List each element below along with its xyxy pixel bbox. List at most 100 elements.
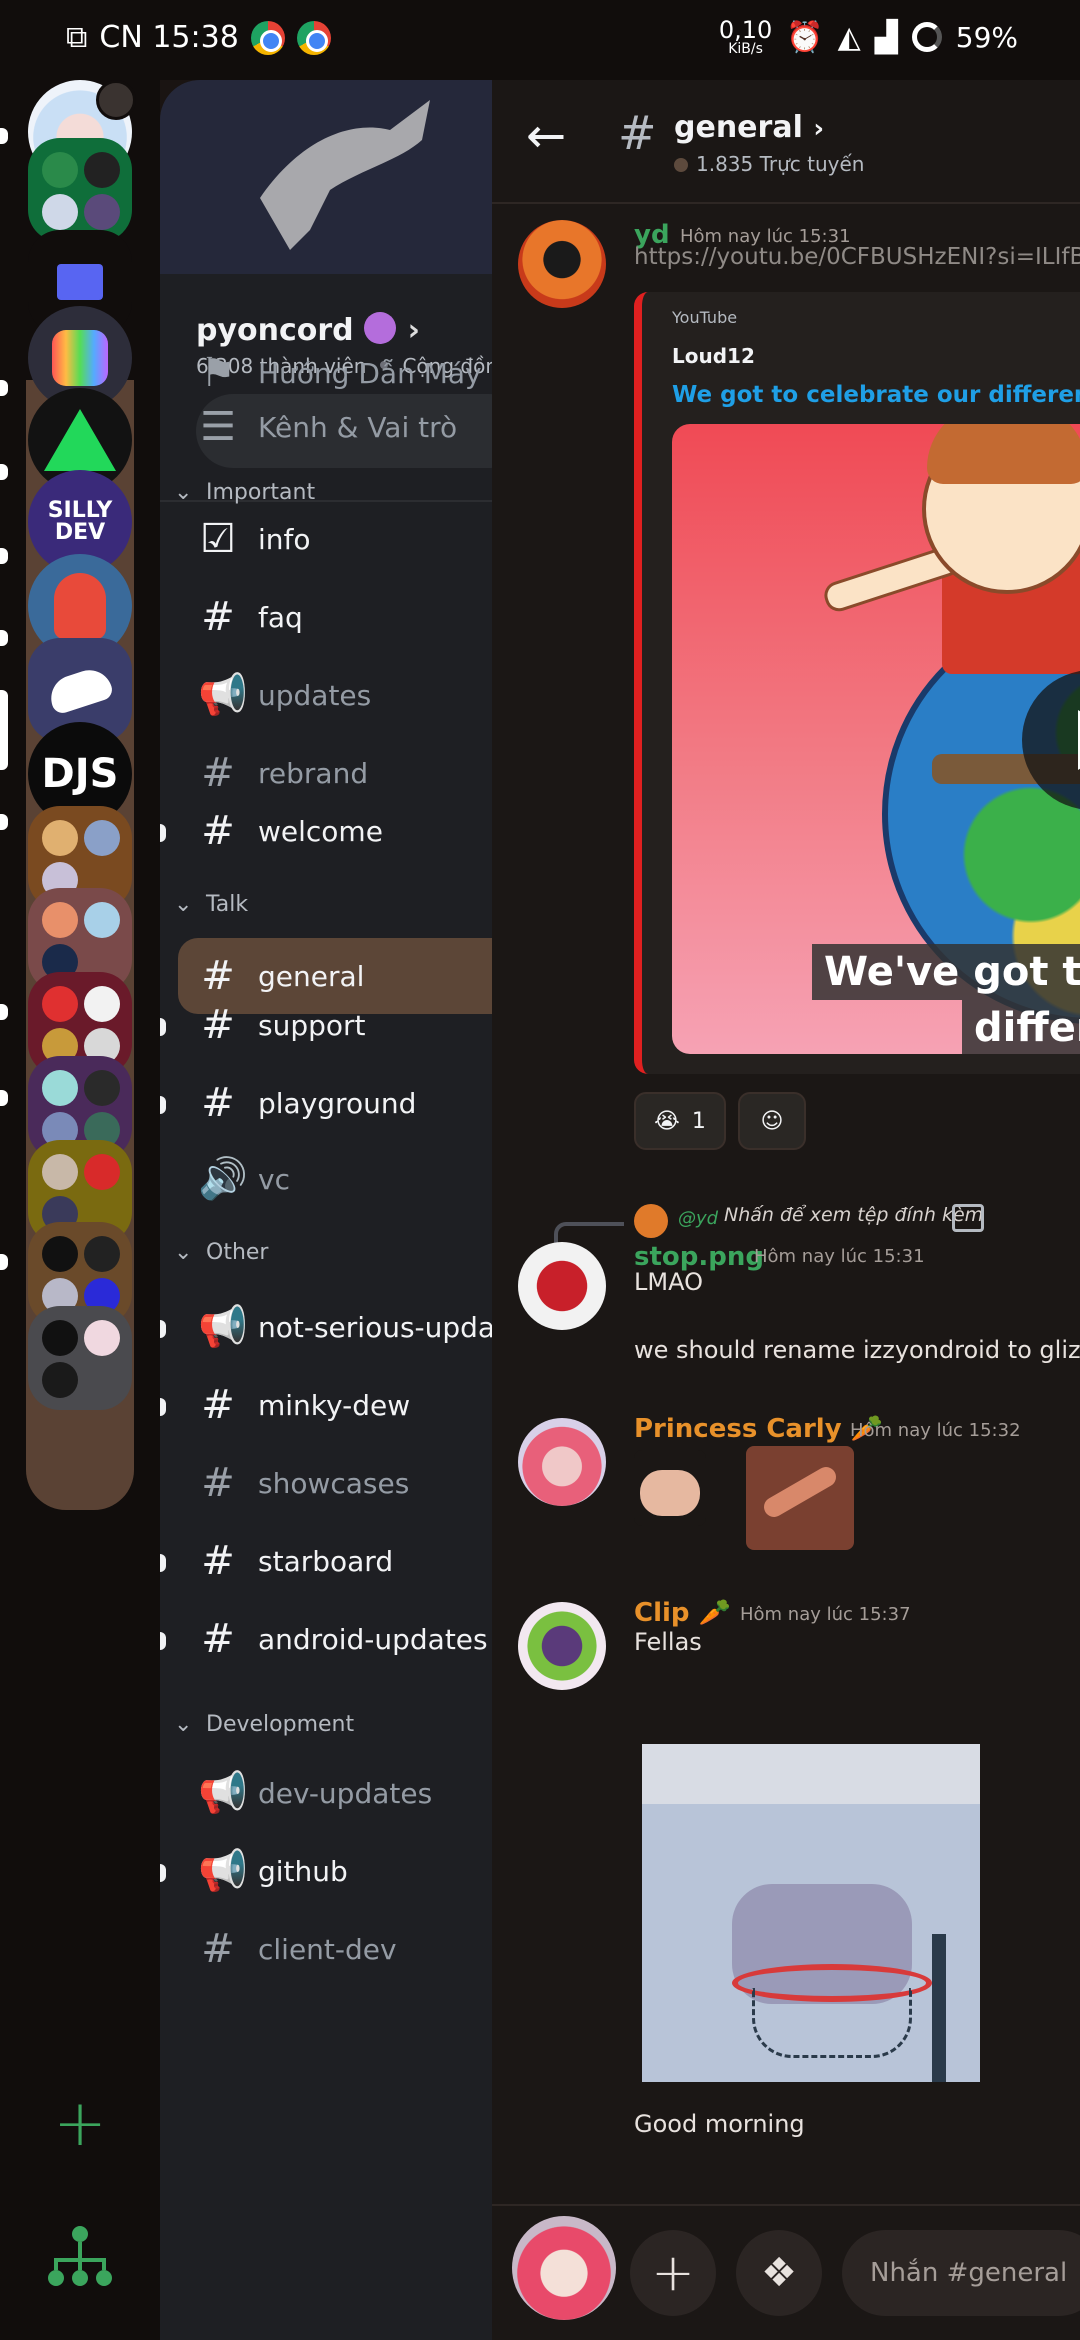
reply-avatar [634, 1204, 668, 1238]
plus-icon: + [651, 2243, 695, 2303]
hash-icon: # [201, 594, 235, 640]
channel-support[interactable]: # support [198, 990, 365, 1060]
unread-indicator [0, 1004, 8, 1020]
channel-minky-dew[interactable]: # minky-dew [198, 1370, 410, 1440]
channel-updates[interactable]: 📢 updates [198, 660, 371, 730]
hash-icon: # [201, 750, 235, 796]
channel-info[interactable]: ☑ info [198, 504, 310, 574]
hash-icon: # [201, 1002, 235, 1048]
avatar[interactable] [518, 1602, 606, 1690]
megaphone-icon: 📢 [198, 1304, 248, 1350]
clock: CN 15:38 [99, 20, 239, 55]
bunny-logo [260, 100, 430, 250]
message-text: LMAO [634, 1268, 703, 1296]
notification-icon: ⧉ [66, 20, 88, 55]
apps-button[interactable]: ❖ [736, 2230, 822, 2316]
video-caption: differe [962, 1000, 1080, 1054]
category-important[interactable]: ⌄ Important [174, 480, 315, 505]
checklist-icon: ☑ [200, 516, 236, 562]
attach-button[interactable]: + [630, 2230, 716, 2316]
unread-indicator [160, 1018, 166, 1036]
list-search-icon: ☰ [200, 404, 236, 450]
chrome-icon [296, 20, 331, 55]
video-thumbnail[interactable]: We've got to differe [672, 424, 1080, 1054]
author-name[interactable]: Clip 🥕 [634, 1598, 731, 1628]
unread-indicator [160, 1632, 166, 1650]
channel-github[interactable]: 📢 github [198, 1836, 348, 1906]
back-arrow-icon[interactable]: ← [526, 112, 566, 160]
apps-icon: ❖ [761, 2250, 797, 2296]
status-right: 0,10 KiB/s ⏰ ◭ ▟ 59% [719, 18, 1018, 56]
server-folder-grey[interactable] [28, 1306, 132, 1410]
add-server-button[interactable]: + [28, 2072, 132, 2176]
channel-showcases[interactable]: # showcases [198, 1448, 409, 1518]
server-folder-green[interactable] [28, 138, 132, 242]
channel-welcome[interactable]: # welcome [198, 796, 383, 866]
channel-client-dev[interactable]: # client-dev [198, 1914, 396, 1984]
avatar[interactable] [518, 1418, 606, 1506]
calendar-icon [96, 80, 136, 120]
channel-browse[interactable]: ☰ Kênh & Vai trò [198, 392, 457, 462]
unread-indicator [160, 1554, 166, 1572]
chevron-down-icon: ⌄ [174, 480, 193, 505]
crying-face-icon: 😭 [654, 1108, 680, 1134]
timestamp: Hôm nay lúc 15:37 [740, 1604, 911, 1625]
unread-indicator [0, 548, 8, 564]
chevron-down-icon: ⌄ [174, 1240, 193, 1265]
category-talk[interactable]: ⌄ Talk [174, 892, 248, 917]
reply-preview[interactable]: Nhấn để xem tệp đính kèm [724, 1204, 983, 1226]
signpost-icon: ⚑ [200, 350, 236, 396]
status-bar: ⧉ CN 15:38 0,10 KiB/s ⏰ ◭ ▟ 59% [0, 0, 1080, 80]
unread-indicator [0, 464, 8, 480]
unread-indicator [0, 630, 8, 646]
unread-indicator [0, 1090, 8, 1106]
signal-icon: ▟ [874, 19, 898, 55]
unread-indicator [0, 380, 8, 396]
sticker-image[interactable] [746, 1446, 854, 1550]
hash-icon: # [201, 1926, 235, 1972]
hub-icon [48, 2226, 112, 2286]
user-avatar[interactable] [512, 2216, 616, 2320]
channel-vc[interactable]: 🔊 vc [198, 1144, 290, 1214]
chevron-down-icon: ⌄ [174, 1712, 193, 1737]
reaction-crying[interactable]: 😭 1 [634, 1092, 726, 1150]
embed-author[interactable]: Loud12 [672, 344, 755, 368]
unread-indicator [160, 1864, 166, 1882]
gif-basketball-hoop[interactable] [642, 1744, 980, 2082]
message-link[interactable]: https://youtu.be/0CFBUSHzENI?si=ILIfBc_Y [634, 244, 1080, 270]
message-text: we should rename izzyondroid to glizzy [634, 1336, 1080, 1364]
channel-playground[interactable]: # playground [198, 1068, 416, 1138]
battery-percent: 59% [955, 20, 1018, 54]
avatar[interactable] [518, 220, 606, 308]
channel-list-panel: pyoncord› 6.308 thành viênCộng đồng ⚑Hướ… [160, 80, 492, 2340]
channel-title[interactable]: general › [674, 110, 824, 145]
embed-title[interactable]: We got to celebrate our differences [N [672, 382, 1080, 408]
category-development[interactable]: ⌄ Development [174, 1712, 354, 1737]
sticker-image[interactable] [634, 1450, 706, 1526]
server-banner [160, 80, 492, 274]
channel-android-updates[interactable]: # android-updates [198, 1604, 487, 1674]
add-reaction-button[interactable]: ☺ [738, 1092, 806, 1150]
unread-indicator [160, 1096, 166, 1114]
hash-icon: # [201, 1616, 235, 1662]
hash-icon: # [618, 106, 657, 160]
author-name[interactable]: Princess Carly 🥕 [634, 1414, 883, 1444]
image-icon [952, 1204, 984, 1232]
message-input[interactable]: Nhắn #general [842, 2230, 1080, 2316]
unread-indicator [0, 128, 8, 144]
channel-dev-updates[interactable]: 📢 dev-updates [198, 1758, 432, 1828]
embed-provider: YouTube [672, 308, 738, 327]
reply-author[interactable]: @yd [678, 1208, 718, 1229]
status-left: ⧉ CN 15:38 [66, 20, 331, 55]
channel-starboard[interactable]: # starboard [198, 1526, 393, 1596]
discover-servers-button[interactable] [28, 2204, 132, 2308]
channel-not-serious-updates[interactable]: 📢not-serious-updates [198, 1292, 492, 1362]
chrome-icon [250, 20, 285, 55]
chat-panel: ← # general › 1.835 Trực tuyến yd Hôm na… [492, 80, 1080, 2340]
megaphone-icon: 📢 [198, 672, 248, 718]
hash-icon: # [201, 1460, 235, 1506]
channel-faq[interactable]: # faq [198, 582, 303, 652]
avatar[interactable] [518, 1242, 606, 1330]
battery-icon [911, 22, 942, 52]
category-other[interactable]: ⌄ Other [174, 1240, 268, 1265]
